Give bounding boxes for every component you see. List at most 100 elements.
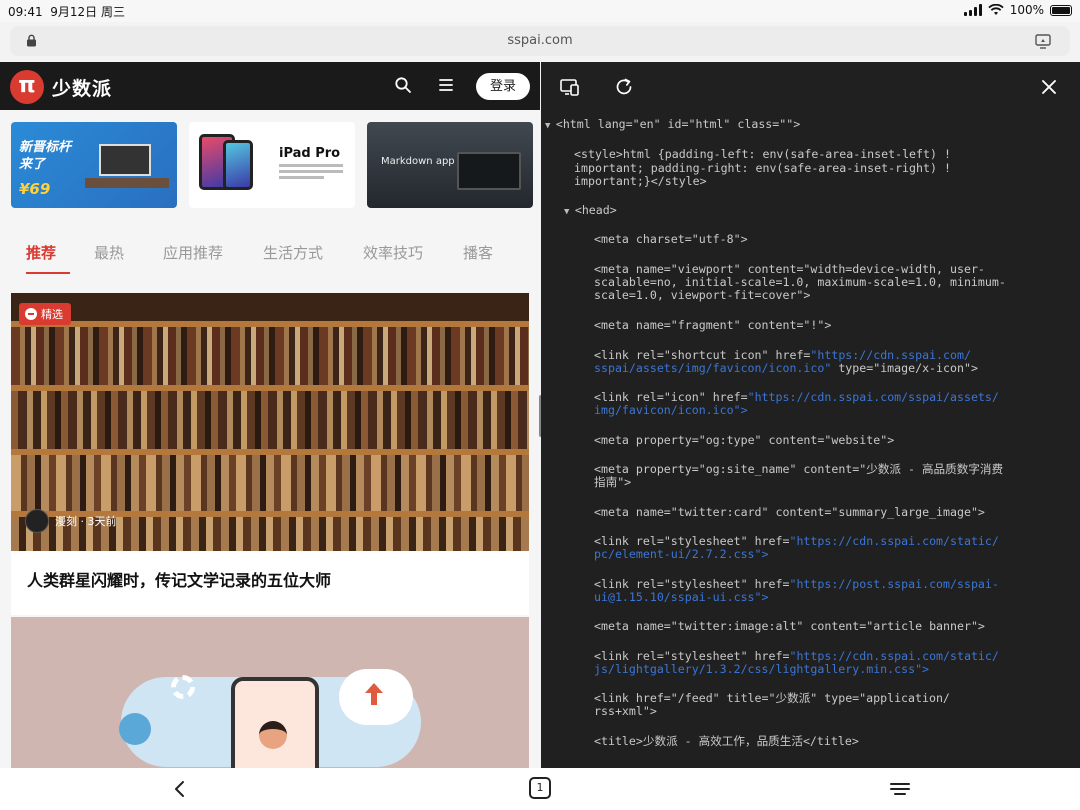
url-text[interactable]: sspai.com [10, 33, 1070, 48]
source-token: "icon" [663, 390, 713, 404]
tab-productivity[interactable]: 效率技巧 [363, 242, 423, 263]
source-token: <meta [594, 433, 636, 447]
source-line[interactable]: <meta charset="utf-8"> [594, 232, 748, 247]
source-token: rel= [635, 577, 664, 591]
source-token: "viewport" [670, 262, 748, 276]
banner-ipad-title: iPad Pro [279, 146, 341, 161]
source-line[interactable]: <meta name="twitter:card" content="summa… [594, 505, 985, 520]
source-token: sspai/assets/img/favicon/icon.ico" [594, 361, 839, 375]
status-time-date: 09:41 9月12日 周三 [8, 3, 125, 20]
featured-badge: 精选 [19, 303, 71, 325]
source-line[interactable]: <meta property="og:type" content="websit… [594, 433, 894, 448]
device-toggle-icon[interactable] [559, 76, 581, 98]
tab-lifestyle[interactable]: 生活方式 [263, 242, 323, 263]
source-token: 少数派 - 高效工作，品质生活 [642, 734, 803, 748]
expand-triangle-icon[interactable]: ▼ [545, 121, 556, 131]
source-line[interactable]: 指南"> [594, 475, 631, 490]
search-icon[interactable] [394, 76, 412, 94]
status-bar: 09:41 9月12日 周三 100% [0, 0, 1080, 22]
source-token: href= [754, 534, 790, 548]
source-line[interactable]: <meta name="fragment" content="!"> [594, 318, 832, 333]
source-token: "fragment" [670, 318, 748, 332]
source-token: "width=device-width, user- [803, 262, 985, 276]
source-token: "html" [688, 117, 738, 131]
web-content-pane[interactable]: π 少数派 登录 新晋标杆 来了 ¥69 iPad Pro Markdown a… [0, 62, 540, 768]
back-icon[interactable] [172, 780, 188, 798]
source-token: type= [838, 361, 874, 375]
source-line[interactable]: rss+xml"> [594, 704, 657, 719]
source-token: pc/element-ui/2.7.2.css"> [594, 547, 769, 561]
source-token: "!"> [803, 318, 832, 332]
source-token: "og:site_name" [698, 462, 804, 476]
source-token: rss+xml"> [594, 704, 657, 718]
status-date: 9月12日 周三 [50, 5, 125, 19]
banner-promo[interactable]: 新晋标杆 来了 ¥69 [11, 122, 177, 208]
source-line[interactable]: js/lightgallery/1.3.2/css/lightgallery.m… [594, 662, 929, 677]
source-token: "https://cdn.sspai.com/static/ [789, 534, 999, 548]
login-button[interactable]: 登录 [476, 73, 530, 100]
article-card[interactable] [11, 617, 529, 768]
source-token: property= [635, 462, 699, 476]
site-name[interactable]: 少数派 [52, 74, 112, 101]
source-line[interactable]: ▼ <html lang="en" id="html" class=""> [545, 117, 801, 134]
desk-illustration [85, 178, 169, 188]
refresh-icon[interactable] [613, 76, 635, 98]
source-line[interactable]: img/favicon/icon.ico"> [594, 403, 748, 418]
menu-icon[interactable] [437, 76, 455, 94]
source-line[interactable]: important;}</style> [574, 174, 707, 189]
cellular-signal-icon [963, 4, 982, 16]
source-token: charset= [635, 232, 692, 246]
source-line[interactable]: ui@1.15.10/sspai-ui.css"> [594, 590, 769, 605]
source-line[interactable]: scale=1.0, viewport-fit=cover"> [594, 288, 810, 303]
banner-markdown[interactable]: Markdown app [367, 122, 533, 208]
tab-podcast[interactable]: 播客 [463, 242, 493, 263]
source-token: href= [712, 390, 748, 404]
source-line[interactable]: ▼ <head> [564, 203, 617, 220]
source-token: "https://cdn.sspai.com/sspai/assets/ [747, 390, 999, 404]
source-token: type= [824, 691, 860, 705]
menu-icon[interactable] [890, 782, 910, 796]
source-line[interactable]: <style>html {padding-left: env(safe-area… [574, 147, 951, 162]
source-token: "stylesheet" [663, 577, 755, 591]
source-token: </title> [802, 734, 859, 748]
source-token: "og:type" [698, 433, 769, 447]
banner-markdown-title: Markdown app [381, 156, 455, 167]
devtools-toolbar [541, 62, 1080, 110]
source-token: "stylesheet" [663, 649, 755, 663]
tab-app-recommend[interactable]: 应用推荐 [163, 242, 223, 263]
close-icon[interactable] [1038, 76, 1060, 98]
article-cover-image: 精选 漫刻 · 3天前 [11, 293, 529, 551]
source-token: content= [803, 462, 860, 476]
source-token: href= [754, 577, 790, 591]
source-token: "image/x-icon"> [873, 361, 978, 375]
site-header: π 少数派 登录 [0, 62, 540, 110]
article-title[interactable]: 人类群星闪耀时，传记文学记录的五位大师 [27, 567, 331, 591]
source-token: ""> [779, 117, 801, 131]
source-token: <title> [594, 734, 643, 748]
expand-triangle-icon[interactable]: ▼ [564, 207, 575, 217]
devtools-pane[interactable]: ▼ <html lang="en" id="html" class=""> <st… [541, 62, 1080, 768]
site-logo[interactable]: π [10, 70, 44, 104]
banner-ipad[interactable]: iPad Pro [189, 122, 355, 208]
tabs-count-button[interactable]: 1 [529, 777, 551, 799]
battery-icon [1050, 4, 1072, 16]
banner-carousel: 新晋标杆 来了 ¥69 iPad Pro Markdown app [11, 122, 533, 208]
source-line[interactable]: <meta property="og:site_name" content="少… [594, 462, 1003, 477]
laptop-illustration [457, 152, 521, 190]
banner-promo-price: ¥69 [19, 180, 51, 198]
phone-illustration [231, 677, 319, 768]
article-author[interactable]: 漫刻 · 3天前 [25, 509, 117, 533]
tab-recommended[interactable]: 推荐 [26, 242, 56, 263]
source-line[interactable]: sspai/assets/img/favicon/icon.ico" type=… [594, 361, 978, 376]
source-line[interactable]: pc/element-ui/2.7.2.css"> [594, 547, 769, 562]
tab-hottest[interactable]: 最热 [94, 242, 124, 263]
source-token: content= [747, 262, 804, 276]
source-token: "shortcut icon" [663, 348, 776, 362]
monitor-illustration [99, 144, 151, 176]
source-line[interactable]: <meta name="twitter:image:alt" content="… [594, 619, 985, 634]
address-bar[interactable]: sspai.com [10, 26, 1070, 56]
article-card[interactable]: 精选 漫刻 · 3天前 人类群星闪耀时，传记文学记录的五位大师 [11, 293, 529, 615]
screen-share-icon[interactable] [1034, 32, 1052, 50]
source-line[interactable]: <title>少数派 - 高效工作，品质生活</title> [594, 734, 859, 749]
source-token: "少数派" [768, 691, 825, 705]
